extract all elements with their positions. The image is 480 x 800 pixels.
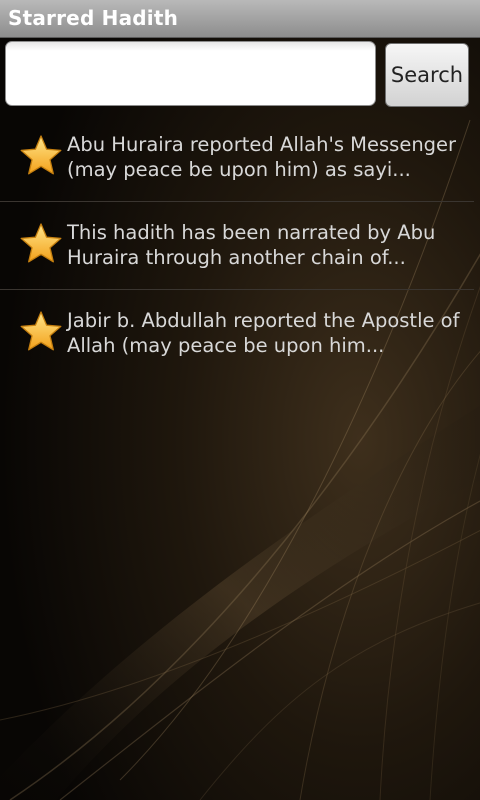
star-icon [20, 135, 62, 175]
search-button[interactable]: Search [385, 43, 469, 107]
star-icon [20, 311, 62, 351]
starred-hadith-list: Abu Huraira reported Allah's Messenger (… [0, 114, 480, 378]
search-input[interactable] [5, 41, 376, 106]
hadith-snippet: This hadith has been narrated by Abu Hur… [67, 221, 436, 269]
hadith-snippet: Jabir b. Abdullah reported the Apostle o… [67, 309, 460, 357]
list-item[interactable]: Abu Huraira reported Allah's Messenger (… [0, 114, 480, 202]
hadith-snippet: Abu Huraira reported Allah's Messenger (… [67, 133, 457, 181]
star-icon [20, 223, 62, 263]
list-item[interactable]: This hadith has been narrated by Abu Hur… [0, 202, 480, 290]
list-item[interactable]: Jabir b. Abdullah reported the Apostle o… [0, 290, 480, 378]
title-bar: Starred Hadith [0, 0, 480, 38]
app-title: Starred Hadith [8, 6, 179, 30]
